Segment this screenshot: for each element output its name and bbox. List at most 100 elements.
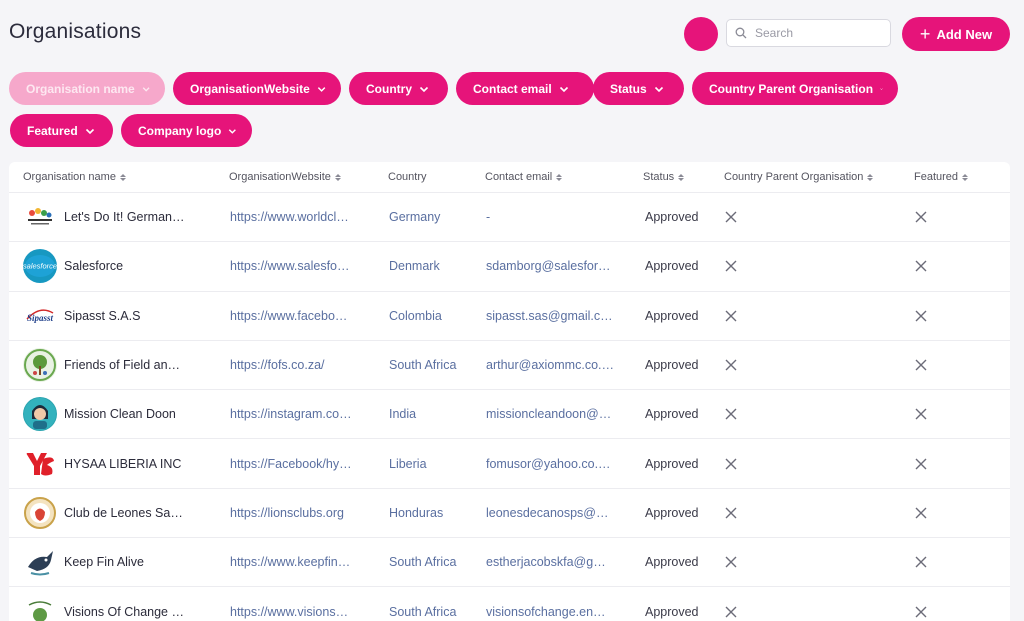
table-row[interactable]: HYSAA LIBERIA INC https://Facebook/hy… L… (9, 439, 1010, 489)
org-name[interactable]: Friends of Field an… (64, 358, 180, 372)
close-icon (915, 606, 927, 618)
table-row[interactable]: salesforce Salesforce https://www.salesf… (9, 242, 1010, 292)
close-icon (725, 260, 737, 272)
org-email[interactable]: estherjacobskfa@g… (486, 555, 606, 569)
column-header-label: Country (388, 171, 427, 183)
table-row[interactable]: Visions Of Change … https://www.visions…… (9, 587, 1010, 621)
search-input[interactable] (755, 26, 885, 40)
close-icon (725, 408, 737, 420)
filter-chip-status[interactable]: Status (593, 72, 684, 105)
org-website[interactable]: https://www.facebo… (230, 309, 347, 323)
org-name[interactable]: Sipasst S.A.S (64, 309, 140, 323)
filter-chip-label: Contact email (473, 81, 552, 96)
logo-text: Sipasst (27, 313, 54, 323)
org-website[interactable]: https://instagram.co… (230, 407, 352, 421)
org-country: South Africa (389, 358, 457, 373)
user-avatar-button[interactable] (684, 17, 718, 51)
fofs-logo (23, 348, 57, 383)
close-icon (915, 359, 927, 371)
filter-chip-website[interactable]: OrganisationWebsite (173, 72, 341, 105)
org-email[interactable]: arthur@axiommc.co.… (486, 358, 614, 372)
add-new-button[interactable]: + Add New (902, 17, 1010, 51)
close-icon (725, 211, 737, 223)
filter-chip-organisation-name[interactable]: Organisation name (9, 72, 165, 105)
close-icon (915, 458, 927, 470)
close-icon (915, 260, 927, 272)
org-website[interactable]: https://fofs.co.za/ (230, 358, 325, 372)
org-name[interactable]: Visions Of Change … (64, 605, 184, 619)
salesforce-logo: salesforce (23, 249, 57, 284)
close-icon (915, 556, 927, 568)
sort-icon (867, 173, 874, 181)
close-icon (725, 556, 737, 568)
close-icon (725, 507, 737, 519)
org-website[interactable]: https://www.worldcl… (230, 210, 349, 224)
filter-chip-label: Country Parent Organisation (709, 81, 874, 96)
org-email[interactable]: visionsofchange.en… (486, 605, 606, 619)
column-header-contact-email[interactable]: Contact email (485, 171, 563, 183)
visions-of-change-logo (23, 594, 57, 621)
org-website[interactable]: https://www.salesfo… (230, 259, 350, 273)
chevron-down-icon (559, 86, 568, 92)
filter-chip-country[interactable]: Country (349, 72, 448, 105)
lions-club-logo (23, 495, 57, 530)
org-website[interactable]: https://lionsclubs.org (230, 506, 344, 520)
filter-chip-contact-email[interactable]: Contact email (456, 72, 594, 105)
org-email[interactable]: - (486, 210, 490, 224)
column-header-featured[interactable]: Featured (914, 171, 969, 183)
filter-chip-featured[interactable]: Featured (10, 114, 113, 147)
org-country: South Africa (389, 604, 457, 619)
org-status: Approved (645, 505, 699, 520)
column-header-organisation-name[interactable]: Organisation name (23, 171, 126, 183)
org-website[interactable]: https://www.visions… (230, 605, 348, 619)
close-icon (725, 310, 737, 322)
filter-chip-label: Country (366, 81, 412, 96)
table-row[interactable]: Club de Leones Sa… https://lionsclubs.or… (9, 489, 1010, 539)
org-status: Approved (645, 456, 699, 471)
org-website[interactable]: https://www.keepfin… (230, 555, 350, 569)
org-name[interactable]: Salesforce (64, 259, 123, 273)
table-row[interactable]: Let's Do It! German… https://www.worldcl… (9, 193, 1010, 243)
chevron-down-icon (229, 128, 237, 134)
org-country: Germany (389, 210, 441, 225)
close-icon (915, 310, 927, 322)
search-box[interactable] (726, 19, 891, 47)
column-header-country[interactable]: Country (388, 171, 427, 183)
filter-chip-company-logo[interactable]: Company logo (121, 114, 252, 147)
mission-clean-doon-logo (23, 397, 57, 432)
letsdoit-germany-logo (23, 200, 57, 235)
org-name[interactable]: HYSAA LIBERIA INC (64, 457, 181, 471)
table-row[interactable]: Keep Fin Alive https://www.keepfin… Sout… (9, 538, 1010, 588)
org-name[interactable]: Club de Leones Sa… (64, 506, 183, 520)
close-icon (915, 507, 927, 519)
table-row[interactable]: Mission Clean Doon https://instagram.co…… (9, 390, 1010, 440)
hysaa-logo (23, 446, 57, 481)
table-row[interactable]: Friends of Field an… https://fofs.co.za/… (9, 341, 1010, 391)
org-email[interactable]: sdamborg@salesfor… (486, 259, 611, 273)
org-email[interactable]: missioncleandoon@… (486, 407, 611, 421)
org-name[interactable]: Mission Clean Doon (64, 407, 176, 421)
column-header-status[interactable]: Status (643, 171, 685, 183)
chevron-down-icon (317, 86, 326, 92)
sipasst-logo: Sipasst (23, 298, 57, 333)
org-name[interactable]: Keep Fin Alive (64, 555, 144, 569)
column-header-website[interactable]: OrganisationWebsite (229, 171, 341, 183)
org-name[interactable]: Let's Do It! German… (64, 210, 184, 224)
filter-chip-label: Featured (27, 123, 78, 138)
org-email[interactable]: fomusor@yahoo.co.… (486, 457, 611, 471)
filter-chip-country-parent[interactable]: Country Parent Organisation (692, 72, 898, 105)
close-icon (915, 211, 927, 223)
org-email[interactable]: leonesdecanosps@… (486, 506, 609, 520)
org-country: Denmark (389, 259, 440, 274)
org-status: Approved (645, 210, 699, 225)
table-header: Organisation name OrganisationWebsite Co… (9, 162, 1010, 193)
org-website[interactable]: https://Facebook/hy… (230, 457, 352, 471)
org-email[interactable]: sipasst.sas@gmail.c… (486, 309, 613, 323)
column-header-label: Status (643, 171, 675, 183)
org-country: Honduras (389, 505, 444, 520)
chevron-down-icon (142, 86, 150, 92)
close-icon (725, 359, 737, 371)
table-row[interactable]: Sipasst Sipasst S.A.S https://www.facebo… (9, 292, 1010, 341)
column-header-country-parent[interactable]: Country Parent Organisation (724, 171, 874, 183)
close-icon (915, 408, 927, 420)
